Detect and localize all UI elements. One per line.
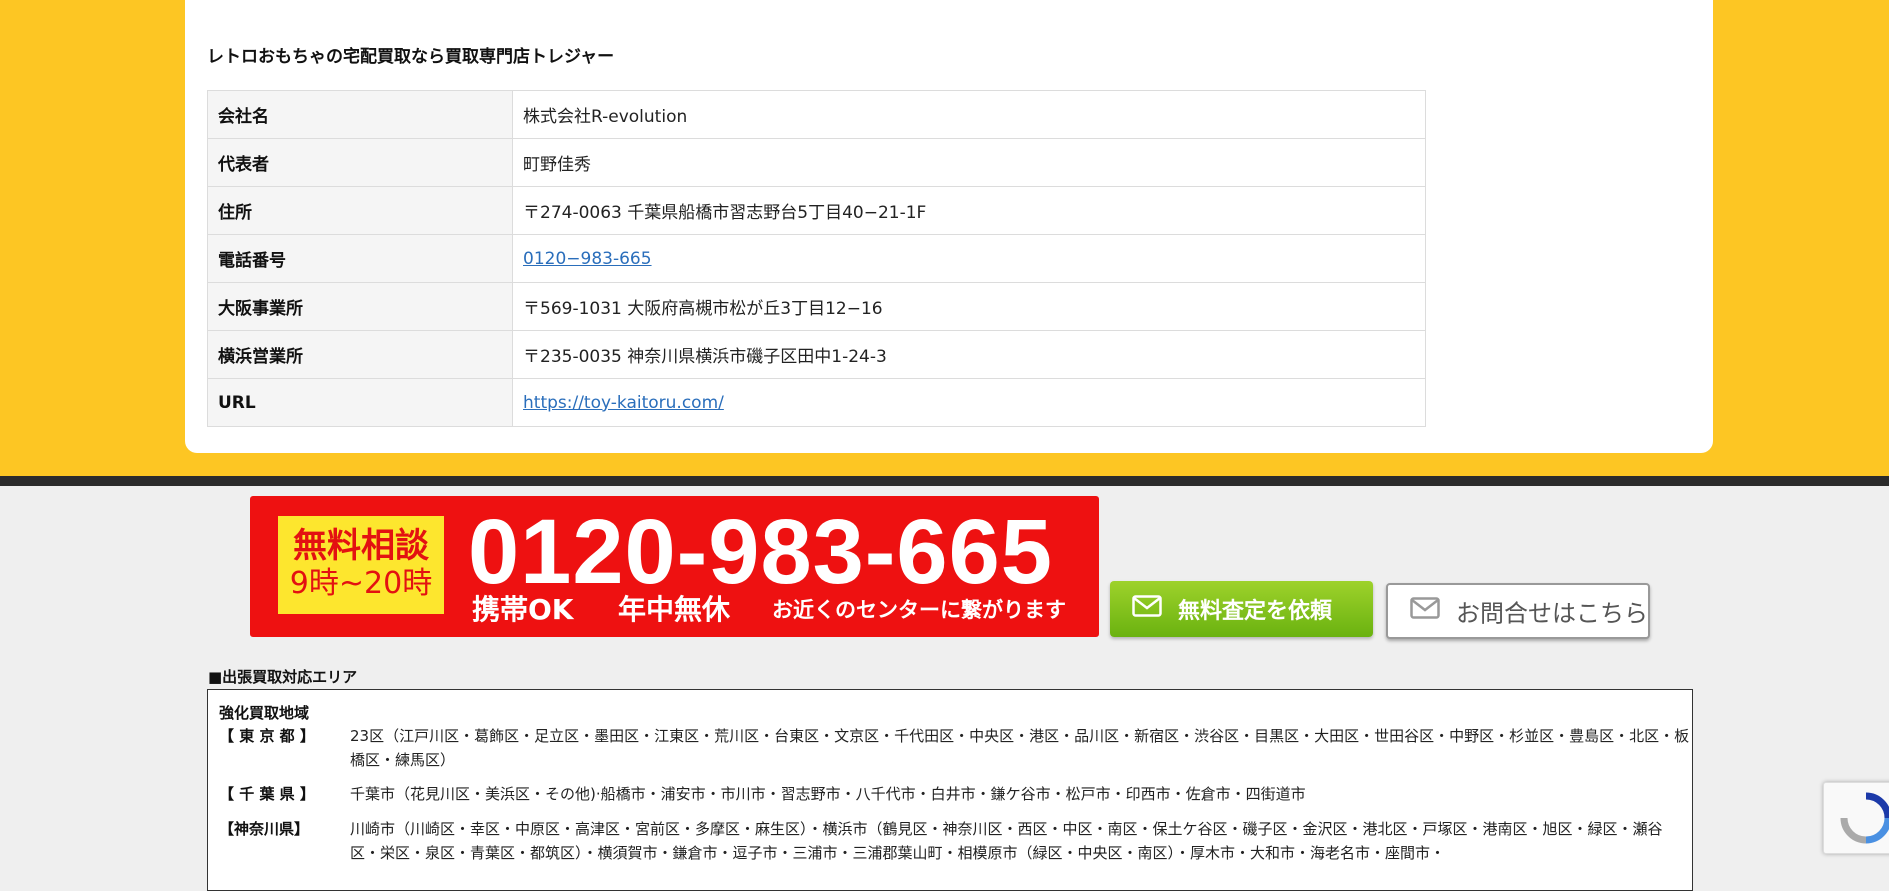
row-value-url: https://toy-kaitoru.com/ (512, 378, 1426, 427)
mail-icon (1410, 597, 1440, 625)
banner-phone-number: 0120-983-665 (468, 501, 1053, 603)
contact-button[interactable]: お問合せはこちら (1386, 583, 1650, 639)
area-row-tokyo: 【 東 京 都 】 23区（江戸川区・葛飾区・足立区・墨田区・江東区・荒川区・台… (219, 724, 1690, 772)
row-value-company: 株式会社R-evolution (512, 90, 1426, 139)
table-row: 住所 〒274-0063 千葉県船橋市習志野台5丁目40−21-1F (207, 186, 1426, 235)
site-url-link[interactable]: https://toy-kaitoru.com/ (523, 393, 724, 413)
company-info-table: 会社名 株式会社R-evolution 代表者 町野佳秀 住所 〒274-006… (207, 90, 1426, 427)
row-value-yokohama: 〒235-0035 神奈川県横浜市磯子区田中1-24-3 (512, 330, 1426, 379)
nearest-center-note: お近くのセンターに繋がります (772, 598, 1066, 622)
table-row: 電話番号 0120−983-665 (207, 234, 1426, 283)
recaptcha-badge[interactable] (1823, 782, 1889, 854)
prefecture-label: 【 千 葉 県 】 (219, 785, 315, 803)
service-area-title: 強化買取地域 (219, 704, 310, 722)
service-area-box: 強化買取地域 【 東 京 都 】 23区（江戸川区・葛飾区・足立区・墨田区・江東… (207, 689, 1693, 891)
table-row: 横浜営業所 〒235-0035 神奈川県横浜市磯子区田中1-24-3 (207, 330, 1426, 379)
business-hours: 9時~20時 (289, 566, 433, 601)
footer-divider (0, 476, 1889, 486)
prefecture-label: 【 東 京 都 】 (219, 727, 315, 745)
open-all-year-tag: 年中無休 (618, 593, 731, 626)
area-row-chiba: 【 千 葉 県 】 千葉市（花見川区・美浜区・その他)·船橋市・浦安市・市川市・… (219, 782, 1687, 806)
row-label-address: 住所 (207, 186, 513, 235)
company-info-card: レトロおもちゃの宅配買取なら買取専門店トレジャー 会社名 株式会社R-evolu… (185, 0, 1713, 453)
free-estimate-label: 無料査定を依頼 (1178, 599, 1333, 624)
company-card-title: レトロおもちゃの宅配買取なら買取専門店トレジャー (207, 47, 615, 67)
row-label-company: 会社名 (207, 90, 513, 139)
row-label-osaka: 大阪事業所 (207, 282, 513, 331)
row-value-osaka: 〒569-1031 大阪府高槻市松が丘3丁目12−16 (512, 282, 1426, 331)
row-value-representative: 町野佳秀 (512, 138, 1426, 187)
table-row: 会社名 株式会社R-evolution (207, 90, 1426, 139)
prefecture-label: 【神奈川県】 (219, 820, 310, 838)
mobile-ok-tag: 携帯OK (472, 593, 574, 626)
mail-icon (1132, 595, 1162, 623)
row-label-yokohama: 横浜営業所 (207, 330, 513, 379)
city-list: 23区（江戸川区・葛飾区・足立区・墨田区・江東区・荒川区・台東区・文京区・千代田… (350, 727, 1690, 769)
table-row: 大阪事業所 〒569-1031 大阪府高槻市松が丘3丁目12−16 (207, 282, 1426, 331)
free-estimate-button[interactable]: 無料査定を依頼 (1110, 581, 1373, 637)
service-area-heading: ■出張買取対応エリア (208, 668, 358, 686)
table-row: URL https://toy-kaitoru.com/ (207, 378, 1426, 427)
table-row: 代表者 町野佳秀 (207, 138, 1426, 187)
phone-link[interactable]: 0120−983-665 (523, 249, 652, 269)
row-value-address: 〒274-0063 千葉県船橋市習志野台5丁目40−21-1F (512, 186, 1426, 235)
row-label-phone: 電話番号 (207, 234, 513, 283)
contact-label: お問合せはこちら (1456, 599, 1648, 628)
free-consult-box: 無料相談 9時~20時 (278, 516, 444, 614)
phone-banner[interactable]: 無料相談 9時~20時 0120-983-665 携帯OK 年中無休 お近くのセ… (250, 496, 1099, 637)
city-list: 川崎市（川崎区・幸区・中原区・高津区・宮前区・多摩区・麻生区）・横浜市（鶴見区・… (350, 820, 1663, 862)
row-label-url: URL (207, 378, 513, 427)
row-label-representative: 代表者 (207, 138, 513, 187)
free-consult-label: 無料相談 (293, 526, 429, 566)
row-value-phone: 0120−983-665 (512, 234, 1426, 283)
area-row-kanagawa: 【神奈川県】 川崎市（川崎区・幸区・中原区・高津区・宮前区・多摩区・麻生区）・横… (219, 817, 1687, 865)
city-list: 千葉市（花見川区・美浜区・その他)·船橋市・浦安市・市川市・習志野市・八千代市・… (350, 785, 1306, 803)
